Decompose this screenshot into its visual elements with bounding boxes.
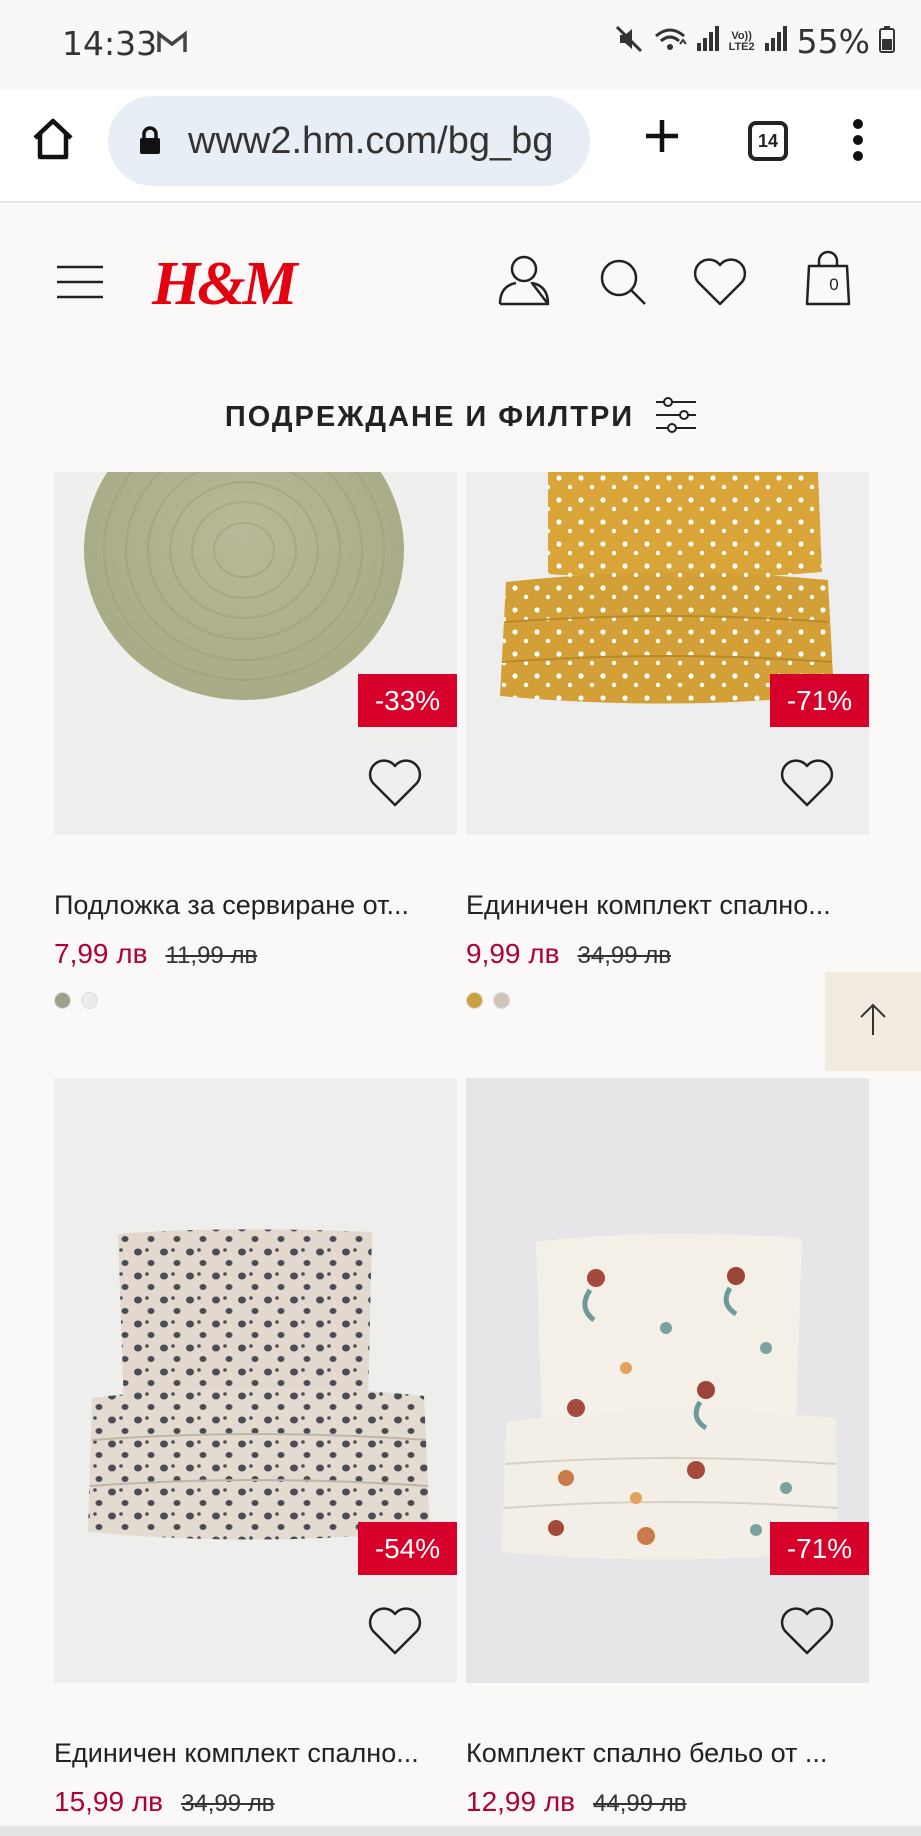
address-bar[interactable]: www2.hm.com/bg_bg: [108, 96, 590, 186]
volte-indicator: Vo)) LTE2: [728, 29, 755, 53]
battery-percent: 55%: [796, 22, 870, 61]
sort-filter-button[interactable]: ПОДРЕЖДАНЕ И ФИЛТРИ: [0, 390, 921, 445]
filter-sliders-icon: [656, 396, 697, 439]
lock-icon: [138, 126, 162, 161]
site-header: H&M 0: [0, 205, 921, 365]
signal-icon-1: [696, 25, 720, 58]
tab-switcher-button[interactable]: 14: [748, 121, 788, 161]
favorites-icon[interactable]: [692, 257, 748, 312]
account-icon[interactable]: [496, 252, 552, 313]
home-icon[interactable]: [30, 116, 76, 167]
clock: 14:33: [62, 24, 158, 63]
color-swatch[interactable]: [493, 992, 510, 1009]
bag-count: 0: [829, 275, 839, 294]
search-icon[interactable]: [598, 257, 648, 312]
product-image[interactable]: -71%: [466, 1078, 869, 1683]
price-row: 15,99 лв 34,99 лв: [54, 1786, 275, 1818]
hm-logo[interactable]: H&M: [152, 249, 298, 320]
mute-icon: [614, 24, 644, 59]
sale-price: 7,99 лв: [54, 938, 148, 969]
browser-toolbar: www2.hm.com/bg_bg 14: [0, 90, 921, 203]
heart-icon[interactable]: [779, 758, 835, 813]
price-row: 12,99 лв 44,99 лв: [466, 1786, 687, 1818]
discount-badge: -71%: [770, 674, 869, 727]
product-title[interactable]: Единичен комплект спално...: [466, 890, 869, 921]
color-swatch[interactable]: [466, 992, 483, 1009]
discount-badge: -54%: [358, 1522, 457, 1575]
url-text[interactable]: www2.hm.com/bg_bg: [188, 120, 553, 163]
price-row: 9,99 лв 34,99 лв: [466, 938, 671, 970]
heart-icon[interactable]: [367, 758, 423, 813]
original-price: 34,99 лв: [181, 1790, 275, 1817]
color-swatch[interactable]: [81, 992, 98, 1009]
product-image[interactable]: -71%: [466, 472, 869, 835]
bottom-edge: [0, 1826, 921, 1836]
color-swatches: [54, 992, 98, 1009]
battery-icon: [879, 25, 895, 58]
overflow-menu-icon[interactable]: [848, 118, 868, 167]
sale-price: 12,99 лв: [466, 1786, 576, 1817]
original-price: 34,99 лв: [577, 942, 671, 969]
product-title[interactable]: Комплект спално бельо от ...: [466, 1738, 869, 1769]
sort-filter-label: ПОДРЕЖДАНЕ И ФИЛТРИ: [224, 401, 635, 433]
heart-icon[interactable]: [779, 1606, 835, 1661]
heart-icon[interactable]: [367, 1606, 423, 1661]
price-row: 7,99 лв 11,99 лв: [54, 938, 257, 970]
product-image[interactable]: -54%: [54, 1078, 457, 1683]
wifi-icon: [653, 24, 687, 59]
product-title[interactable]: Подложка за сервиране от...: [54, 890, 457, 921]
color-swatch[interactable]: [54, 992, 71, 1009]
color-swatches: [466, 992, 510, 1009]
arrow-up-icon: [858, 1002, 888, 1041]
original-price: 44,99 лв: [593, 1790, 687, 1817]
new-tab-icon[interactable]: [642, 116, 682, 161]
signal-icon-2: [764, 25, 788, 58]
product-title[interactable]: Единичен комплект спално...: [54, 1738, 457, 1769]
discount-badge: -33%: [358, 674, 457, 727]
sale-price: 9,99 лв: [466, 938, 560, 969]
sale-price: 15,99 лв: [54, 1786, 164, 1817]
product-image[interactable]: -33%: [54, 472, 457, 835]
menu-icon[interactable]: [57, 265, 103, 304]
discount-badge: -71%: [770, 1522, 869, 1575]
gmail-icon: [157, 30, 187, 59]
original-price: 11,99 лв: [165, 942, 258, 969]
back-to-top-button[interactable]: [825, 972, 921, 1071]
status-bar: 14:33 Vo)) LTE2 55%: [0, 0, 921, 90]
